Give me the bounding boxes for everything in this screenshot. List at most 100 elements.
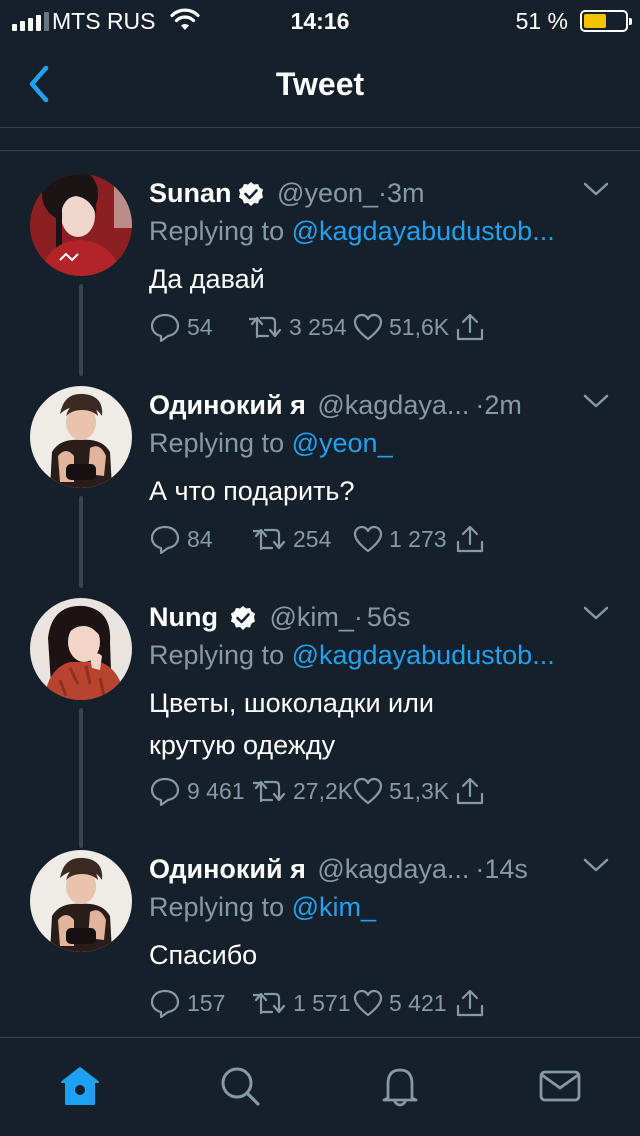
tweet-time: 14s	[484, 854, 528, 884]
share-button[interactable]	[455, 774, 485, 808]
reply-icon	[150, 525, 180, 554]
like-button[interactable]: 5 421	[353, 986, 447, 1020]
share-button[interactable]	[455, 522, 485, 556]
chevron-down-icon[interactable]	[582, 392, 610, 410]
like-count: 51,3K	[389, 777, 450, 804]
search-icon[interactable]	[218, 1064, 262, 1108]
thread-line	[79, 284, 83, 376]
like-count: 51,6K	[389, 313, 450, 340]
retweet-icon	[253, 992, 286, 1015]
like-count: 1 273	[389, 525, 447, 552]
chevron-down-icon[interactable]	[582, 856, 610, 874]
reply-icon	[150, 989, 180, 1018]
chevron-down-icon[interactable]	[582, 180, 610, 198]
avatar[interactable]	[30, 850, 132, 952]
share-icon	[456, 777, 484, 805]
heart-icon	[353, 313, 383, 341]
retweet-icon	[253, 528, 286, 551]
like-count: 5 421	[389, 989, 447, 1016]
tweet-text-line: Цветы, шоколадки или	[149, 688, 434, 718]
tweet-time: 2m	[484, 390, 522, 420]
notifications-icon[interactable]	[378, 1064, 422, 1108]
tweet-text: Цветы, шоколадки или крутую одежду	[149, 682, 600, 766]
divider	[0, 150, 640, 151]
reply-icon	[150, 777, 180, 806]
share-button[interactable]	[455, 986, 485, 1020]
heart-icon	[353, 989, 383, 1017]
tweet[interactable]: Nung @kim_· 56s Replying to @kagdayabudus…	[0, 598, 640, 848]
verified-badge-icon	[238, 182, 263, 206]
retweet-icon	[249, 316, 282, 339]
tweet[interactable]: Одинокий я @kagdaya... ·14s Replying to @…	[0, 850, 640, 1030]
share-icon	[456, 313, 484, 341]
user-handle[interactable]: @kim_	[270, 602, 354, 632]
tweet-actions: 54 3 254 51,6K	[149, 310, 499, 344]
chevron-down-icon[interactable]	[582, 604, 610, 622]
tweet-actions: 9 461 27,2K 51,3K	[149, 774, 499, 808]
display-name[interactable]: Nung	[149, 602, 218, 632]
separator-dot: ·	[475, 854, 485, 884]
like-button[interactable]: 51,3K	[353, 774, 449, 808]
reply-mention-link[interactable]: @kagdayabudustob...	[292, 640, 555, 670]
reply-count: 54	[187, 313, 213, 340]
reply-icon	[150, 313, 180, 342]
display-name[interactable]: Одинокий я	[149, 854, 306, 884]
tweet[interactable]: Sunan @yeon_·3m Replying to @kagdayabudu…	[0, 174, 640, 376]
reply-mention-link[interactable]: @kim_	[292, 892, 376, 922]
reply-button[interactable]: 84	[149, 522, 213, 556]
reply-button[interactable]: 54	[149, 310, 213, 344]
user-handle[interactable]: @yeon_	[277, 178, 378, 208]
replying-to: Replying to @yeon_	[149, 428, 393, 458]
retweet-count: 254	[293, 525, 332, 552]
retweet-button[interactable]: 3 254	[249, 310, 347, 344]
replying-to: Replying to @kagdayabudustob...	[149, 640, 555, 670]
user-handle[interactable]: @kagdaya...	[317, 854, 469, 884]
reply-count: 9 461	[187, 777, 245, 804]
reply-button[interactable]: 157	[149, 986, 225, 1020]
share-button[interactable]	[455, 310, 485, 344]
tweet-time: 56s	[366, 602, 411, 632]
retweet-button[interactable]: 254	[253, 522, 331, 556]
heart-icon	[353, 777, 383, 805]
tweet-text: Спасибо	[149, 940, 258, 970]
retweet-button[interactable]: 27,2K	[253, 774, 353, 808]
battery-icon	[580, 10, 632, 32]
tweet-actions: 84 254 1 273	[149, 522, 499, 556]
like-button[interactable]: 1 273	[353, 522, 447, 556]
display-name[interactable]: Sunan	[149, 178, 232, 208]
tweet-text-line: крутую одежду	[149, 730, 336, 760]
retweet-count: 27,2K	[293, 777, 354, 804]
separator-dot: ·	[378, 178, 388, 208]
reply-count: 84	[187, 525, 213, 552]
tweet-actions: 157 1 571 5 421	[149, 986, 499, 1020]
reply-mention-link[interactable]: @yeon_	[292, 428, 393, 458]
retweet-icon	[253, 780, 286, 803]
display-name[interactable]: Одинокий я	[149, 390, 306, 420]
like-button[interactable]: 51,6K	[353, 310, 449, 344]
avatar[interactable]	[30, 598, 132, 700]
avatar[interactable]	[30, 386, 132, 488]
avatar[interactable]	[30, 174, 132, 276]
verified-badge-icon	[230, 606, 255, 630]
tweet[interactable]: Одинокий я @kagdaya... ·2m Replying to @y…	[0, 386, 640, 588]
reply-mention-link[interactable]: @kagdayabudustob...	[292, 216, 555, 246]
home-icon[interactable]	[58, 1064, 102, 1108]
user-handle[interactable]: @kagdaya...	[317, 390, 469, 420]
battery-percent: 51 %	[515, 8, 568, 34]
share-icon	[456, 525, 484, 553]
retweet-button[interactable]: 1 571	[253, 986, 351, 1020]
status-bar: MTS RUS 14:16 51 %	[0, 0, 640, 40]
tweet-text: Да давай	[149, 264, 265, 294]
reply-count: 157	[187, 989, 226, 1016]
separator-dot: ·	[475, 390, 485, 420]
tweet-time: 3m	[387, 178, 425, 208]
thread-line	[79, 708, 83, 848]
separator-dot: ·	[353, 602, 363, 632]
messages-icon[interactable]	[538, 1064, 582, 1108]
reply-button[interactable]: 9 461	[149, 774, 245, 808]
page-title: Tweet	[275, 66, 365, 102]
replying-to: Replying to @kagdayabudustob...	[149, 216, 555, 246]
replying-to: Replying to @kim_	[149, 892, 377, 922]
retweet-count: 3 254	[289, 313, 347, 340]
retweet-count: 1 571	[293, 989, 351, 1016]
